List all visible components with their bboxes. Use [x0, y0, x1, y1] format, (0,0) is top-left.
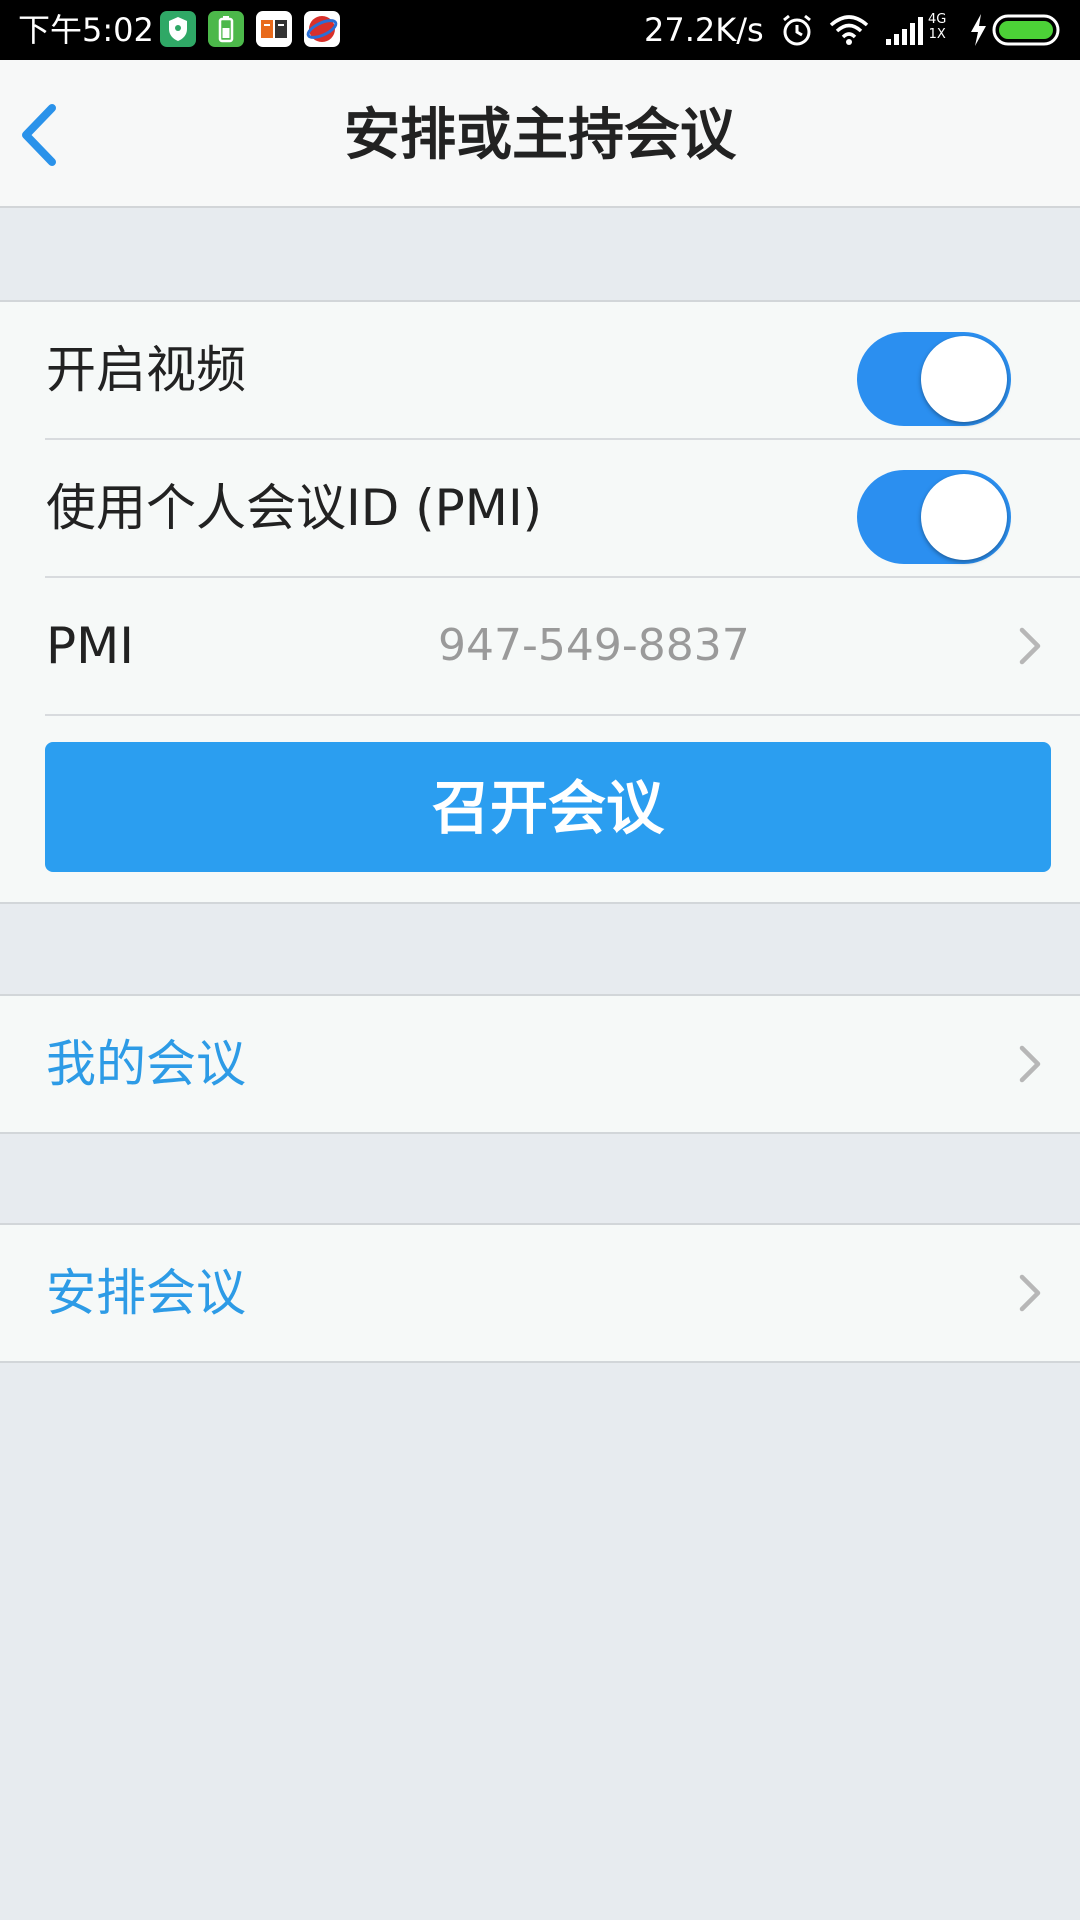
video-setting-row: 开启视频 — [0, 302, 1080, 438]
shield-app-icon — [160, 11, 196, 47]
video-toggle[interactable] — [857, 332, 1011, 426]
battery-app-icon — [208, 11, 244, 47]
chevron-right-icon — [1019, 1274, 1041, 1312]
row-divider — [45, 714, 1080, 716]
browser-app-icon — [304, 11, 340, 47]
status-time: 下午5:02 — [18, 11, 154, 49]
network-type: 4G 1X — [928, 12, 946, 42]
battery-icon — [992, 14, 1060, 46]
navigation-bar: 安排或主持会议 — [0, 60, 1080, 208]
network-type-bottom: 1X — [928, 27, 946, 42]
status-bar: 下午5:02 27.2K/s 4G 1X — [0, 0, 1080, 60]
chevron-right-icon — [1019, 627, 1041, 665]
my-meetings-row[interactable]: 我的会议 — [0, 996, 1080, 1132]
schedule-meeting-group: 安排会议 — [0, 1223, 1080, 1363]
charging-icon — [971, 14, 986, 46]
pmi-row[interactable]: PMI 947-549-8837 — [0, 578, 1080, 714]
video-setting-label: 开启视频 — [46, 341, 246, 399]
network-type-top: 4G — [928, 12, 947, 27]
page-title: 安排或主持会议 — [344, 103, 736, 168]
schedule-meeting-label: 安排会议 — [46, 1264, 246, 1322]
pmi-toggle-row: 使用个人会议ID (PMI) — [0, 440, 1080, 576]
pmi-toggle[interactable] — [857, 470, 1011, 564]
wifi-icon — [829, 15, 869, 45]
video-toggle-knob — [921, 336, 1007, 422]
alarm-icon — [783, 14, 811, 46]
chevron-right-icon — [1019, 1045, 1041, 1083]
start-meeting-button[interactable]: 召开会议 — [45, 742, 1051, 872]
pmi-value: 947-549-8837 — [438, 620, 750, 671]
my-meetings-group: 我的会议 — [0, 994, 1080, 1134]
pmi-toggle-knob — [921, 474, 1007, 560]
pmi-label: PMI — [46, 617, 135, 675]
my-meetings-label: 我的会议 — [46, 1035, 246, 1093]
signal-icon — [886, 17, 923, 45]
network-speed: 27.2K/s — [644, 11, 764, 49]
pmi-toggle-label: 使用个人会议ID (PMI) — [46, 479, 543, 537]
news-app-icon — [256, 11, 292, 47]
schedule-meeting-row[interactable]: 安排会议 — [0, 1225, 1080, 1361]
